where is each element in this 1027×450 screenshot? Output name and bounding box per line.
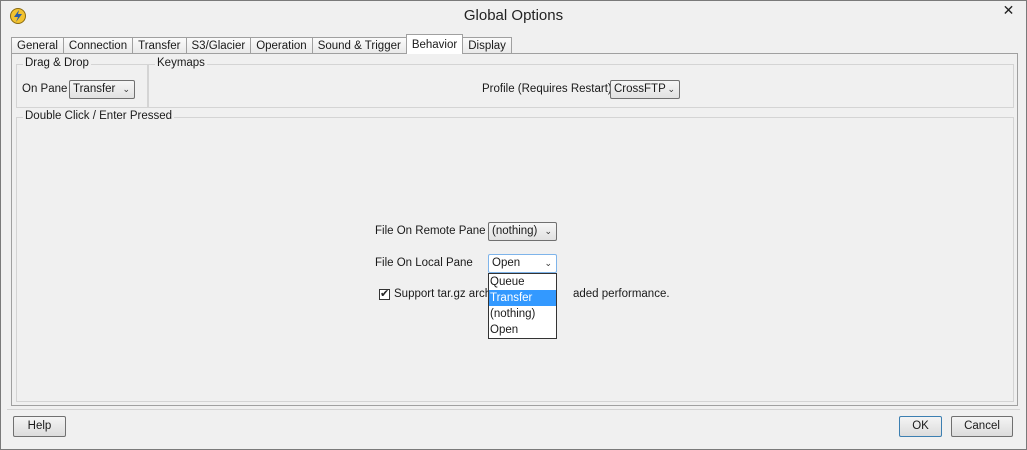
- option-open[interactable]: Open: [489, 322, 556, 338]
- tab-general[interactable]: General: [11, 37, 64, 54]
- checkmark-icon: ✔: [380, 287, 390, 300]
- tab-sound-trigger[interactable]: Sound & Trigger: [311, 37, 407, 54]
- local-pane-label: File On Local Pane: [375, 257, 473, 269]
- footer-separator: [7, 409, 1020, 410]
- on-pane-label: On Pane: [22, 83, 68, 95]
- window-title: Global Options: [463, 7, 564, 24]
- behavior-panel: Drag & Drop On Pane Transfer ⌄ Keymaps P…: [11, 53, 1018, 406]
- remote-pane-label: File On Remote Pane: [375, 225, 486, 237]
- support-targz-label-left: Support tar.gz arch: [394, 288, 492, 300]
- support-targz-label-right: aded performance.: [573, 288, 670, 300]
- remote-pane-dropdown[interactable]: (nothing) ⌄: [488, 222, 557, 241]
- profile-label: Profile (Requires Restart): [482, 83, 612, 95]
- double-click-group-label: Double Click / Enter Pressed: [23, 110, 175, 122]
- tab-connection[interactable]: Connection: [62, 37, 134, 54]
- option-queue[interactable]: Queue: [489, 274, 556, 290]
- option-transfer[interactable]: Transfer: [489, 290, 556, 306]
- remote-pane-value: (nothing): [492, 225, 538, 237]
- drag-drop-group: Drag & Drop On Pane Transfer ⌄: [16, 57, 148, 108]
- local-pane-options-list: Queue Transfer (nothing) Open: [488, 273, 557, 339]
- tab-transfer[interactable]: Transfer: [132, 37, 187, 54]
- local-pane-dropdown[interactable]: Open ⌄: [488, 254, 557, 273]
- global-options-window: Global Options ✕ General Connection Tran…: [0, 0, 1027, 450]
- drag-drop-group-label: Drag & Drop: [23, 57, 91, 69]
- keymaps-group: Keymaps Profile (Requires Restart) Cross…: [148, 57, 1014, 108]
- tab-strip: General Connection Transfer S3/Glacier O…: [11, 34, 512, 54]
- local-pane-value: Open: [492, 257, 521, 269]
- title-bar[interactable]: Global Options ✕: [1, 1, 1026, 32]
- keymaps-group-label: Keymaps: [155, 57, 207, 69]
- tab-display[interactable]: Display: [462, 37, 512, 54]
- close-button[interactable]: ✕: [991, 1, 1026, 22]
- tab-operation[interactable]: Operation: [250, 37, 313, 54]
- chevron-down-icon: ⌄: [544, 226, 552, 236]
- tab-s3-glacier[interactable]: S3/Glacier: [185, 37, 252, 54]
- on-pane-value: Transfer: [73, 83, 116, 95]
- chevron-down-icon: ⌄: [544, 258, 552, 268]
- option-nothing[interactable]: (nothing): [489, 306, 556, 322]
- cancel-button[interactable]: Cancel: [951, 416, 1013, 437]
- profile-value: CrossFTP: [614, 83, 666, 95]
- tab-behavior[interactable]: Behavior: [405, 34, 464, 54]
- chevron-down-icon: ⌄: [122, 84, 130, 94]
- ok-button[interactable]: OK: [899, 416, 942, 437]
- support-targz-checkbox[interactable]: ✔: [379, 287, 390, 300]
- chevron-down-icon: ⌄: [667, 84, 675, 94]
- help-button[interactable]: Help: [13, 416, 66, 437]
- profile-dropdown[interactable]: CrossFTP ⌄: [610, 80, 680, 99]
- on-pane-dropdown[interactable]: Transfer ⌄: [69, 80, 135, 99]
